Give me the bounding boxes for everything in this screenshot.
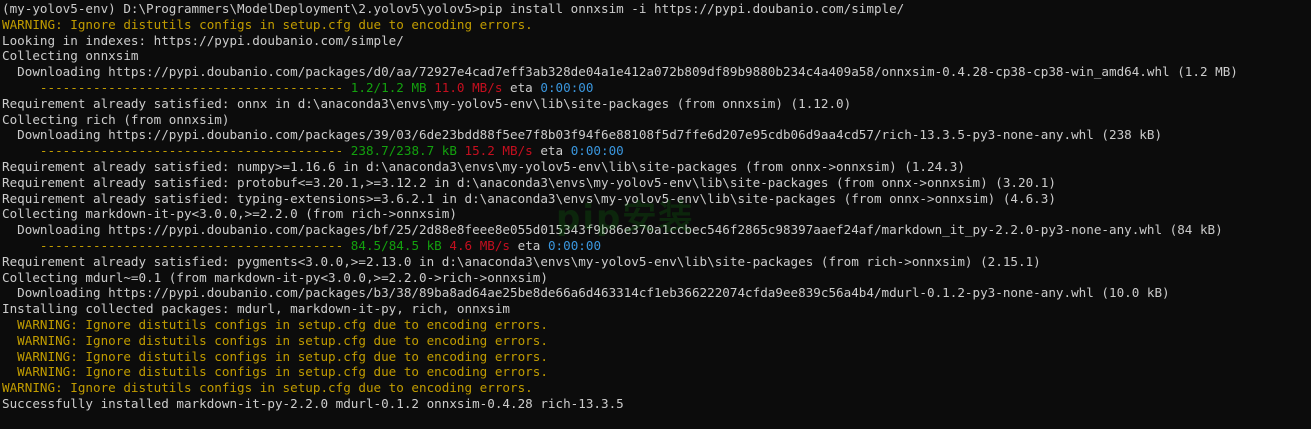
terminal-text-segment: Requirement already satisfied: protobuf<… <box>2 174 1056 190</box>
terminal-text-segment: 11.0 MB/s <box>434 79 503 95</box>
terminal-line: Collecting onnxsim <box>2 48 1311 64</box>
terminal-line: ----------------------------------------… <box>2 80 1311 96</box>
terminal-line: (my-yolov5-env) D:\Programmers\ModelDepl… <box>2 1 1311 17</box>
terminal-text-segment: ---------------------------------------- <box>2 79 351 95</box>
terminal-text-segment: eta <box>532 143 571 159</box>
terminal-line: Collecting markdown-it-py<3.0.0,>=2.2.0 … <box>2 206 1311 222</box>
terminal-text-segment: eta <box>510 237 548 253</box>
terminal-text-segment: WARNING: Ignore distutils configs in set… <box>2 364 548 380</box>
terminal-text-segment: WARNING: Ignore distutils configs in set… <box>2 332 548 348</box>
terminal-text-segment: WARNING: Ignore distutils configs in set… <box>2 16 533 32</box>
terminal-line: WARNING: Ignore distutils configs in set… <box>2 349 1311 365</box>
terminal-window[interactable]: (my-yolov5-env) D:\Programmers\ModelDepl… <box>0 0 1311 429</box>
terminal-text-segment: WARNING: Ignore distutils configs in set… <box>2 348 548 364</box>
terminal-text-segment: 1.2/1.2 MB <box>350 79 435 95</box>
terminal-text-segment: WARNING: Ignore distutils configs in set… <box>2 316 548 332</box>
terminal-text-segment: 4.6 MB/s <box>449 237 511 253</box>
terminal-text-segment: Requirement already satisfied: pygments<… <box>2 253 1041 269</box>
terminal-text-segment: 0:00:00 <box>570 143 624 159</box>
terminal-text-segment: WARNING: Ignore distutils configs in set… <box>2 380 533 396</box>
terminal-text-segment: Requirement already satisfied: typing-ex… <box>2 190 1056 206</box>
terminal-text-segment: Downloading https://pypi.doubanio.com/pa… <box>2 222 1223 238</box>
terminal-line: Collecting rich (from onnxsim) <box>2 112 1311 128</box>
terminal-text-segment: 15.2 MB/s <box>464 143 533 159</box>
terminal-line: Downloading https://pypi.doubanio.com/pa… <box>2 127 1311 143</box>
terminal-output: (my-yolov5-env) D:\Programmers\ModelDepl… <box>2 1 1311 412</box>
terminal-line: Downloading https://pypi.doubanio.com/pa… <box>2 222 1311 238</box>
terminal-text-segment: Downloading https://pypi.doubanio.com/pa… <box>2 285 1170 301</box>
terminal-line: WARNING: Ignore distutils configs in set… <box>2 380 1311 396</box>
terminal-line: Downloading https://pypi.doubanio.com/pa… <box>2 64 1311 80</box>
terminal-text-segment: 0:00:00 <box>540 79 594 95</box>
terminal-line: Collecting mdurl~=0.1 (from markdown-it-… <box>2 270 1311 286</box>
terminal-line: Downloading https://pypi.doubanio.com/pa… <box>2 285 1311 301</box>
terminal-line: Requirement already satisfied: pygments<… <box>2 254 1311 270</box>
terminal-text-segment: ---------------------------------------- <box>2 143 351 159</box>
terminal-line: Requirement already satisfied: typing-ex… <box>2 191 1311 207</box>
terminal-text-segment: Collecting rich (from onnxsim) <box>2 111 230 127</box>
terminal-text-segment: Collecting mdurl~=0.1 (from markdown-it-… <box>2 269 548 285</box>
terminal-line: WARNING: Ignore distutils configs in set… <box>2 317 1311 333</box>
terminal-text-segment: Requirement already satisfied: numpy>=1.… <box>2 158 965 174</box>
terminal-line: Successfully installed markdown-it-py-2.… <box>2 396 1311 412</box>
terminal-line: ----------------------------------------… <box>2 238 1311 254</box>
terminal-line: Requirement already satisfied: protobuf<… <box>2 175 1311 191</box>
terminal-text-segment: Collecting onnxsim <box>2 48 139 64</box>
terminal-text-segment: 84.5/84.5 kB <box>350 237 450 253</box>
terminal-text-segment: ---------------------------------------- <box>2 237 351 253</box>
terminal-line: WARNING: Ignore distutils configs in set… <box>2 17 1311 33</box>
terminal-text-segment: 0:00:00 <box>547 237 602 253</box>
terminal-text-segment: (my-yolov5-env) D:\Programmers\ModelDepl… <box>2 1 905 16</box>
terminal-line: ----------------------------------------… <box>2 143 1311 159</box>
terminal-text-segment: Downloading https://pypi.doubanio.com/pa… <box>2 64 1238 80</box>
terminal-line: WARNING: Ignore distutils configs in set… <box>2 364 1311 380</box>
terminal-line: WARNING: Ignore distutils configs in set… <box>2 333 1311 349</box>
terminal-line: Requirement already satisfied: numpy>=1.… <box>2 159 1311 175</box>
terminal-text-segment: Successfully installed markdown-it-py-2.… <box>2 395 624 411</box>
terminal-text-segment: Looking in indexes: https://pypi.doubani… <box>2 32 404 48</box>
terminal-text-segment: 238.7/238.7 kB <box>350 143 465 159</box>
terminal-text-segment: Downloading https://pypi.doubanio.com/pa… <box>2 127 1163 143</box>
terminal-text-segment: Installing collected packages: mdurl, ma… <box>2 301 510 317</box>
terminal-line: Looking in indexes: https://pypi.doubani… <box>2 33 1311 49</box>
terminal-line: Requirement already satisfied: onnx in d… <box>2 96 1311 112</box>
terminal-text-segment: eta <box>502 79 541 95</box>
terminal-text-segment: Requirement already satisfied: onnx in d… <box>2 95 852 111</box>
terminal-text-segment: Collecting markdown-it-py<3.0.0,>=2.2.0 … <box>2 206 457 222</box>
terminal-line: Installing collected packages: mdurl, ma… <box>2 301 1311 317</box>
